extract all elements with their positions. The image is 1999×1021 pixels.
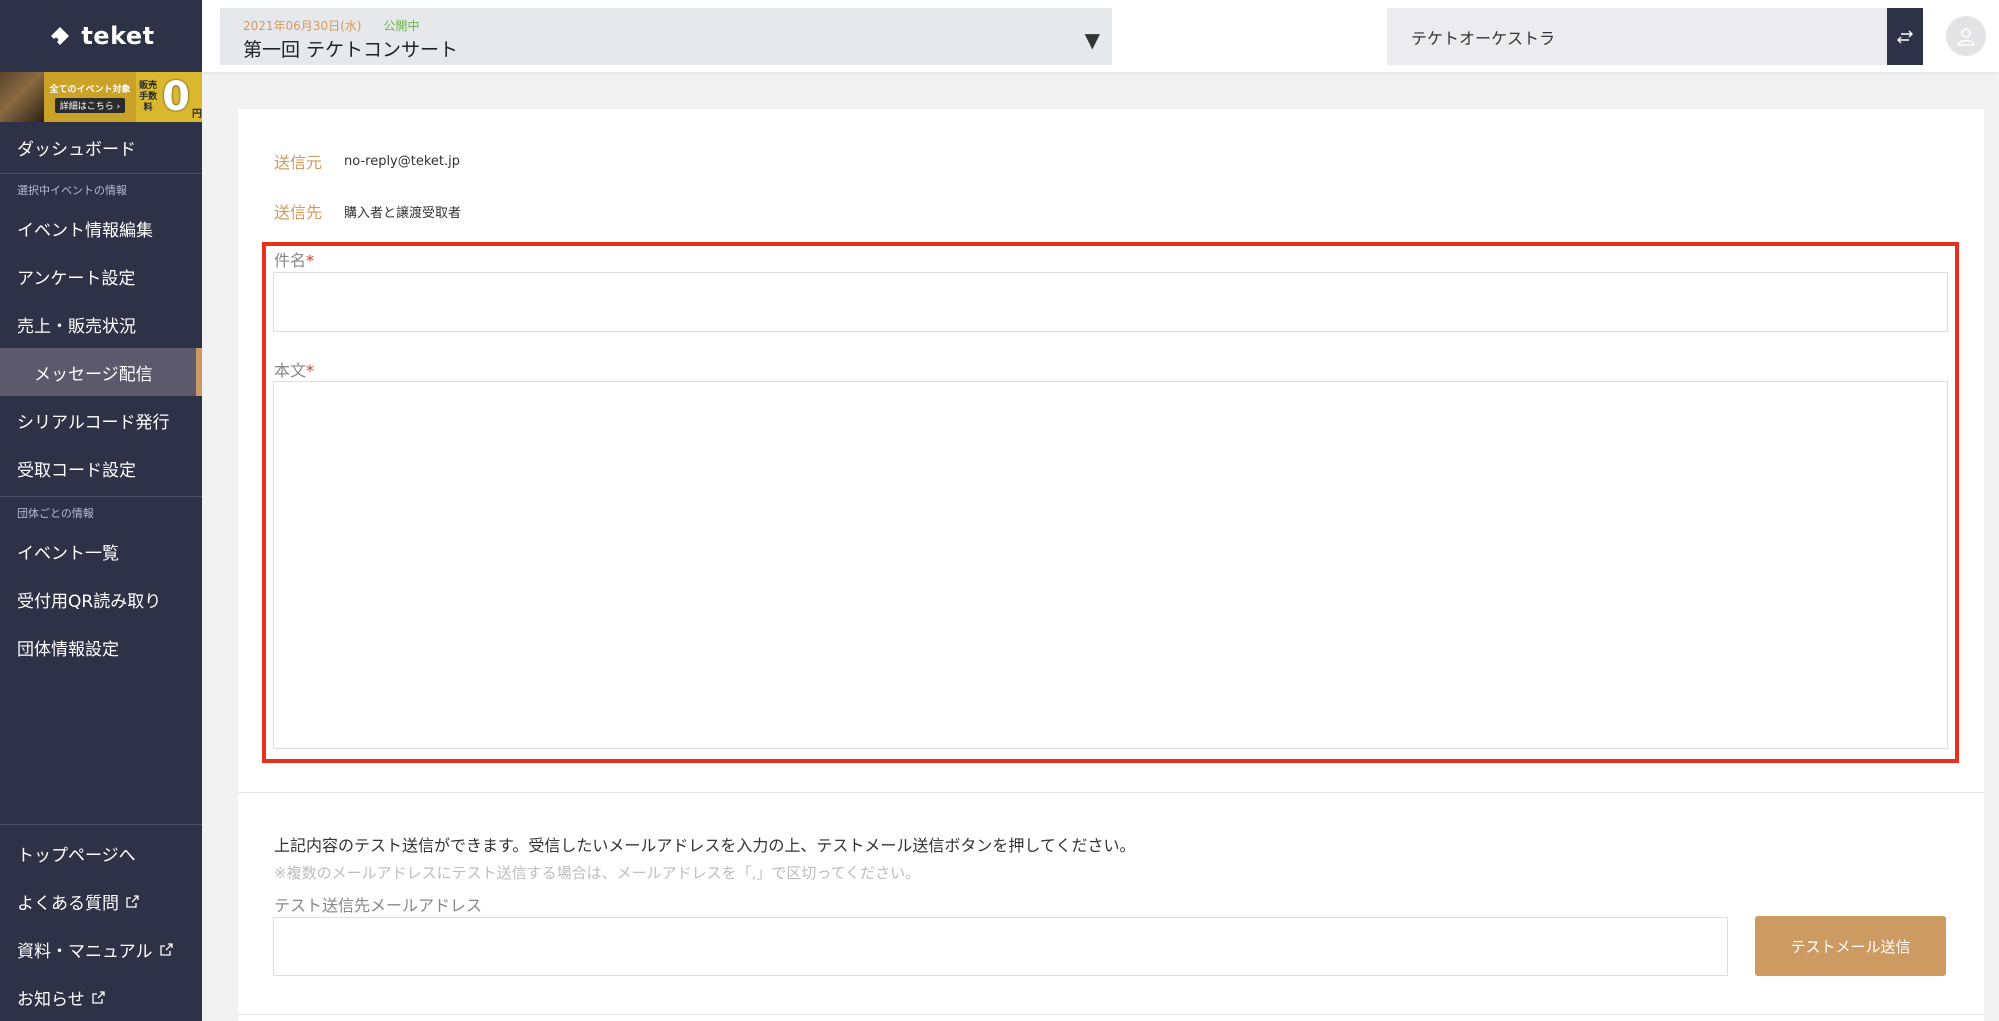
from-row: 送信元 no-reply@teket.jp: [274, 149, 460, 173]
body-label-text: 本文: [274, 361, 307, 380]
sidebar-item-message[interactable]: メッセージ配信: [0, 348, 202, 396]
org-name: テケトオーケストラ: [1411, 28, 1556, 48]
test-send-note: ※複数のメールアドレスにテスト送信する場合は、メールアドレスを「,」で区切ってく…: [274, 864, 921, 882]
logo[interactable]: teket: [0, 0, 202, 72]
manual-label: 資料・マニュアル: [17, 941, 153, 962]
banner-fee-label: 販売手数料: [139, 80, 158, 113]
to-label: 送信先: [274, 203, 323, 222]
sidebar-item-receive-code[interactable]: 受取コード設定: [0, 444, 202, 492]
test-address-label: テスト送信先メールアドレス: [274, 896, 483, 915]
sidebar-item-faq[interactable]: よくある質問: [0, 877, 202, 925]
banner-image: [0, 72, 44, 122]
org-selector[interactable]: テケトオーケストラ: [1387, 8, 1887, 65]
sidebar: teket 全てのイベント対象 詳細はこちら › 販売手数料 0 円 ダッシュボ…: [0, 0, 202, 1021]
sidebar-item-dashboard[interactable]: ダッシュボード: [0, 122, 202, 174]
required-mark: *: [306, 251, 315, 270]
banner-line1: 全てのイベント対象: [49, 84, 131, 95]
test-send-description: 上記内容のテスト送信ができます。受信したいメールアドレスを入力の上、テストメール…: [274, 836, 1136, 855]
caret-down-icon: ▼: [1084, 28, 1100, 52]
teket-logo-icon: [51, 27, 70, 45]
sidebar-item-sales[interactable]: 売上・販売状況: [0, 300, 202, 348]
sidebar-section-org: 団体ごとの情報: [17, 507, 94, 520]
external-link-icon: [159, 942, 173, 956]
top-page-label: トップページへ: [17, 845, 136, 866]
sidebar-item-serial-code[interactable]: シリアルコード発行: [0, 396, 202, 444]
sidebar-item-event-edit[interactable]: イベント情報編集: [0, 204, 202, 252]
brand-name: teket: [81, 22, 155, 50]
banner-zero: 0: [162, 74, 190, 120]
subject-input[interactable]: [273, 272, 1948, 332]
subject-label: 件名*: [274, 247, 314, 271]
swap-arrows-icon: [1897, 30, 1913, 43]
promo-banner[interactable]: 全てのイベント対象 詳細はこちら › 販売手数料 0 円: [0, 72, 202, 122]
from-value: no-reply@teket.jp: [344, 153, 461, 169]
banner-text: 全てのイベント対象 詳細はこちら ›: [44, 72, 136, 122]
test-address-input[interactable]: [273, 917, 1728, 976]
body-textarea[interactable]: [273, 381, 1948, 749]
sidebar-item-event-list[interactable]: イベント一覧: [0, 527, 202, 575]
user-icon: [1957, 28, 1975, 46]
external-link-icon: [126, 894, 139, 908]
faq-label: よくある質問: [17, 893, 119, 914]
body-label: 本文*: [274, 357, 314, 381]
sidebar-item-news[interactable]: お知らせ: [0, 973, 202, 1021]
sidebar-item-qr-reader[interactable]: 受付用QR読み取り: [0, 575, 202, 623]
sidebar-item-manual[interactable]: 資料・マニュアル: [0, 925, 202, 973]
event-status-badge: 公開中: [383, 19, 420, 33]
sidebar-bottom-links: トップページへ よくある質問 資料・マニュアル お知らせ: [0, 824, 202, 1021]
event-meta: 2021年06月30日(水) 公開中: [243, 17, 419, 34]
section-divider: [238, 792, 1984, 793]
send-test-mail-button[interactable]: テストメール送信: [1755, 916, 1946, 976]
to-value: 購入者と譲渡受取者: [344, 205, 462, 221]
sidebar-item-org-settings[interactable]: 団体情報設定: [0, 623, 202, 671]
banner-fee-zero: 販売手数料 0 円: [136, 72, 202, 122]
subject-label-text: 件名: [274, 251, 307, 270]
banner-yen: 円: [192, 109, 202, 120]
to-row: 送信先 購入者と譲渡受取者: [274, 199, 461, 223]
sidebar-section-event: 選択中イベントの情報: [17, 184, 127, 197]
user-avatar[interactable]: [1946, 16, 1986, 56]
event-selector[interactable]: 2021年06月30日(水) 公開中 第一回 テケトコンサート ▼: [220, 8, 1112, 65]
event-date: 2021年06月30日(水): [243, 19, 362, 33]
sidebar-item-survey[interactable]: アンケート設定: [0, 252, 202, 300]
sidebar-item-top-page[interactable]: トップページへ: [0, 829, 202, 877]
required-mark: *: [306, 361, 315, 380]
section-divider: [238, 1014, 1984, 1015]
from-label: 送信元: [274, 153, 323, 172]
external-link-icon: [92, 990, 105, 1004]
switch-org-button[interactable]: [1887, 8, 1923, 65]
news-label: お知らせ: [17, 989, 85, 1010]
top-header: 2021年06月30日(水) 公開中 第一回 テケトコンサート ▼ テケトオーケ…: [202, 0, 1999, 72]
event-name: 第一回 テケトコンサート: [243, 39, 459, 61]
message-form-card: 送信元 no-reply@teket.jp 送信先 購入者と譲渡受取者 件名* …: [238, 109, 1984, 1021]
banner-details-link[interactable]: 詳細はこちら ›: [54, 97, 126, 113]
